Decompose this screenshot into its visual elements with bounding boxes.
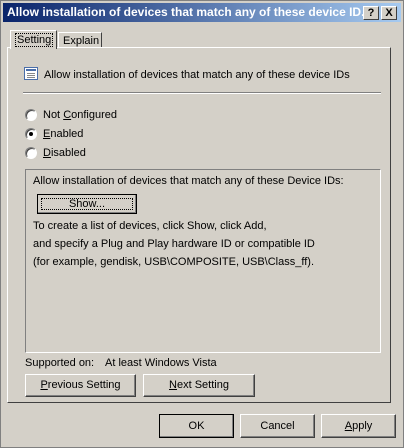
supported-on-value: At least Windows Vista: [105, 357, 217, 369]
apply-button[interactable]: Apply: [321, 414, 396, 438]
close-button[interactable]: X: [381, 6, 397, 20]
help-line-2: and specify a Plug and Play hardware ID …: [33, 238, 315, 250]
help-button[interactable]: ?: [363, 6, 379, 20]
help-line-1: To create a list of devices, click Show,…: [33, 220, 267, 232]
separator: [23, 92, 381, 94]
policy-setting-icon: [24, 67, 38, 80]
apply-label: Apply: [344, 420, 373, 432]
cancel-label: Cancel: [260, 420, 295, 432]
radio-enabled-label[interactable]: Enabled: [43, 128, 83, 140]
ok-label: OK: [188, 420, 205, 432]
radio-enabled[interactable]: [25, 128, 37, 140]
radio-not-configured[interactable]: [25, 109, 37, 121]
show-button-label: Show...: [68, 198, 106, 210]
tab-setting[interactable]: Setting: [10, 30, 57, 49]
cancel-button[interactable]: Cancel: [240, 414, 315, 438]
window-title: Allow installation of devices that match…: [7, 5, 363, 19]
next-setting-label: Next Setting: [169, 379, 229, 391]
ok-button[interactable]: OK: [159, 414, 234, 438]
title-bar[interactable]: Allow installation of devices that match…: [3, 3, 401, 22]
radio-not-configured-label[interactable]: Not Configured: [43, 109, 117, 121]
policy-dialog: Allow installation of devices that match…: [0, 0, 404, 448]
policy-title: Allow installation of devices that match…: [44, 69, 350, 81]
next-setting-button[interactable]: Next Setting: [143, 374, 255, 397]
tab-setting-label: Setting: [15, 33, 54, 47]
tab-explain-label: Explain: [63, 35, 100, 47]
supported-on-label: Supported on:: [25, 357, 95, 369]
help-line-3: (for example, gendisk, USB\COMPOSITE, US…: [33, 256, 314, 268]
tab-explain[interactable]: Explain: [58, 32, 102, 47]
previous-setting-label: Previous Setting: [40, 379, 121, 391]
radio-disabled-label[interactable]: Disabled: [43, 147, 86, 159]
previous-setting-button[interactable]: Previous Setting: [25, 374, 136, 397]
options-heading: Allow installation of devices that match…: [33, 175, 344, 187]
radio-disabled[interactable]: [25, 147, 37, 159]
show-button[interactable]: Show...: [37, 194, 137, 214]
